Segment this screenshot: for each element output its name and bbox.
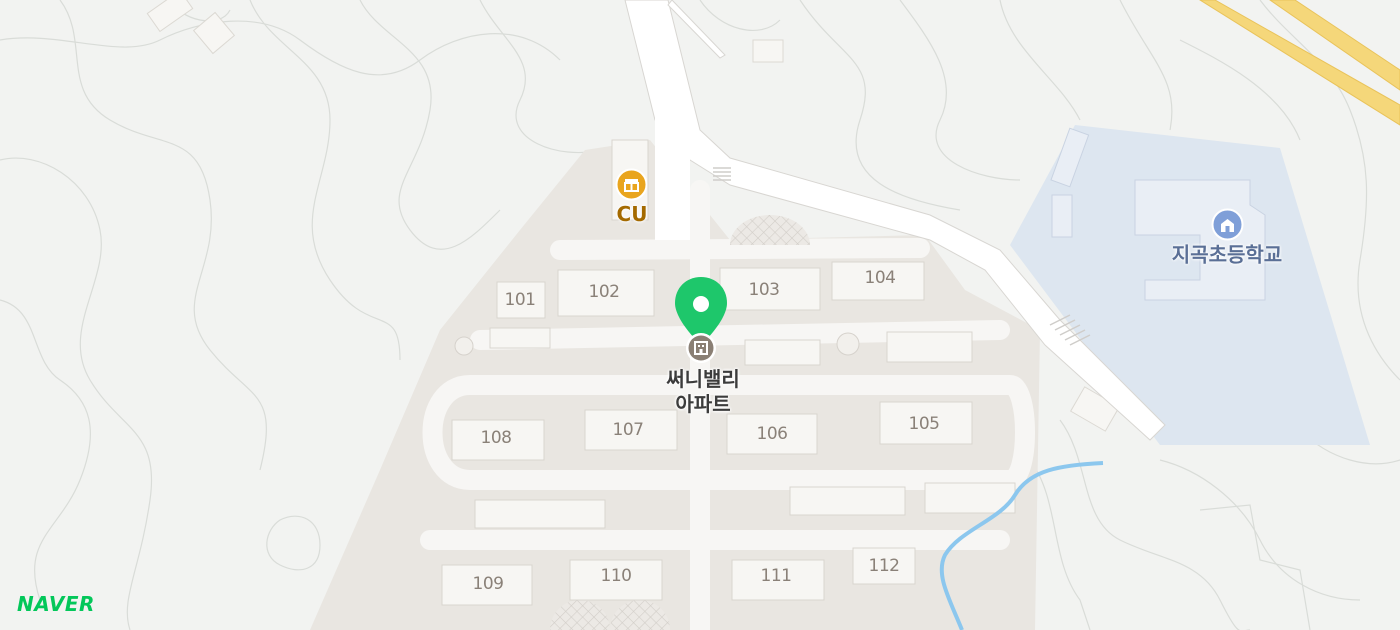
building-label: 105 <box>908 414 940 434</box>
selected-place-label[interactable]: 써니밸리 아파트 <box>666 367 740 417</box>
convenience-store-icon <box>615 168 648 201</box>
cu-poi-marker[interactable] <box>615 168 648 205</box>
building-label: 109 <box>472 574 504 594</box>
cu-poi-label[interactable]: CU <box>617 202 648 226</box>
map-canvas[interactable]: 101 102 103 104 105 106 107 108 109 110 … <box>0 0 1400 630</box>
building-label: 108 <box>480 428 512 448</box>
naver-logo[interactable]: NAVER <box>17 592 95 616</box>
building-label: 107 <box>612 420 644 440</box>
place-name-line1: 써니밸리 <box>666 367 740 391</box>
place-name-line2: 아파트 <box>675 392 731 416</box>
building-label: 112 <box>868 556 900 576</box>
building-label: 102 <box>588 282 620 302</box>
location-pin-icon <box>675 277 727 363</box>
building-label: 104 <box>864 268 896 288</box>
selected-place-marker[interactable] <box>672 275 730 374</box>
building-label: 103 <box>748 280 780 300</box>
building-label: 106 <box>756 424 788 444</box>
highway <box>1199 0 1400 126</box>
school-icon <box>1211 208 1244 241</box>
building-label: 101 <box>504 290 536 310</box>
building-label: 110 <box>600 566 632 586</box>
building-label: 111 <box>760 566 792 586</box>
school-poi-label[interactable]: 지곡초등학교 <box>1172 239 1282 268</box>
